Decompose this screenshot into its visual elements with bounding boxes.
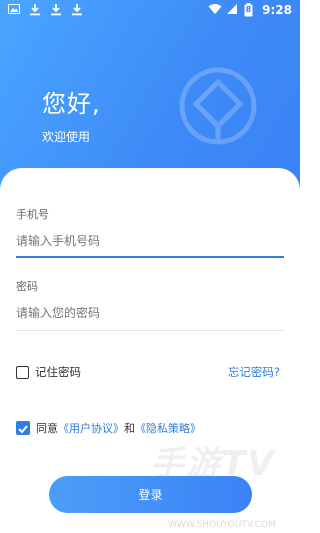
agree-prefix: 同意 xyxy=(36,422,58,435)
password-input-underline xyxy=(16,330,284,331)
agree-checkbox[interactable] xyxy=(16,421,30,435)
status-bar: 8 9:28 xyxy=(0,0,300,22)
password-label: 密码 xyxy=(16,280,38,293)
download-icon xyxy=(50,3,62,17)
welcome-subtitle: 欢迎使用 xyxy=(42,130,91,144)
phone-input-underline xyxy=(16,256,284,258)
battery-level: 8 xyxy=(245,5,252,14)
brand-logo-icon xyxy=(179,67,257,145)
agree-and: 和 xyxy=(124,422,135,435)
remember-checkbox[interactable] xyxy=(16,365,29,379)
signal-icon xyxy=(226,3,238,17)
watermark-url: WWW.SHOUYOUTV.COM xyxy=(168,520,276,530)
remember-label: 记住密码 xyxy=(35,365,81,379)
status-time: 9:28 xyxy=(262,3,292,17)
user-agreement-link[interactable]: 《用户协议》 xyxy=(58,422,124,435)
greeting-title: 您好, xyxy=(42,90,101,118)
agreement-text: 同意《用户协议》和《隐私策略》 xyxy=(36,420,201,436)
forgot-password-link[interactable]: 忘记密码? xyxy=(228,364,280,380)
download-icon xyxy=(29,3,41,17)
phone-label: 手机号 xyxy=(16,208,49,221)
login-button[interactable]: 登录 xyxy=(49,476,252,513)
battery-icon: 8 xyxy=(244,3,256,17)
agreement-row: 同意《用户协议》和《隐私策略》 xyxy=(16,420,201,436)
remember-password-toggle[interactable]: 记住密码 xyxy=(16,364,81,380)
password-input[interactable] xyxy=(16,306,284,320)
download-icon xyxy=(71,3,83,17)
privacy-policy-link[interactable]: 《隐私策略》 xyxy=(135,422,201,435)
checkmark-icon xyxy=(18,425,28,434)
image-icon xyxy=(8,3,20,17)
phone-input[interactable] xyxy=(16,234,284,248)
wifi-icon xyxy=(208,3,222,17)
